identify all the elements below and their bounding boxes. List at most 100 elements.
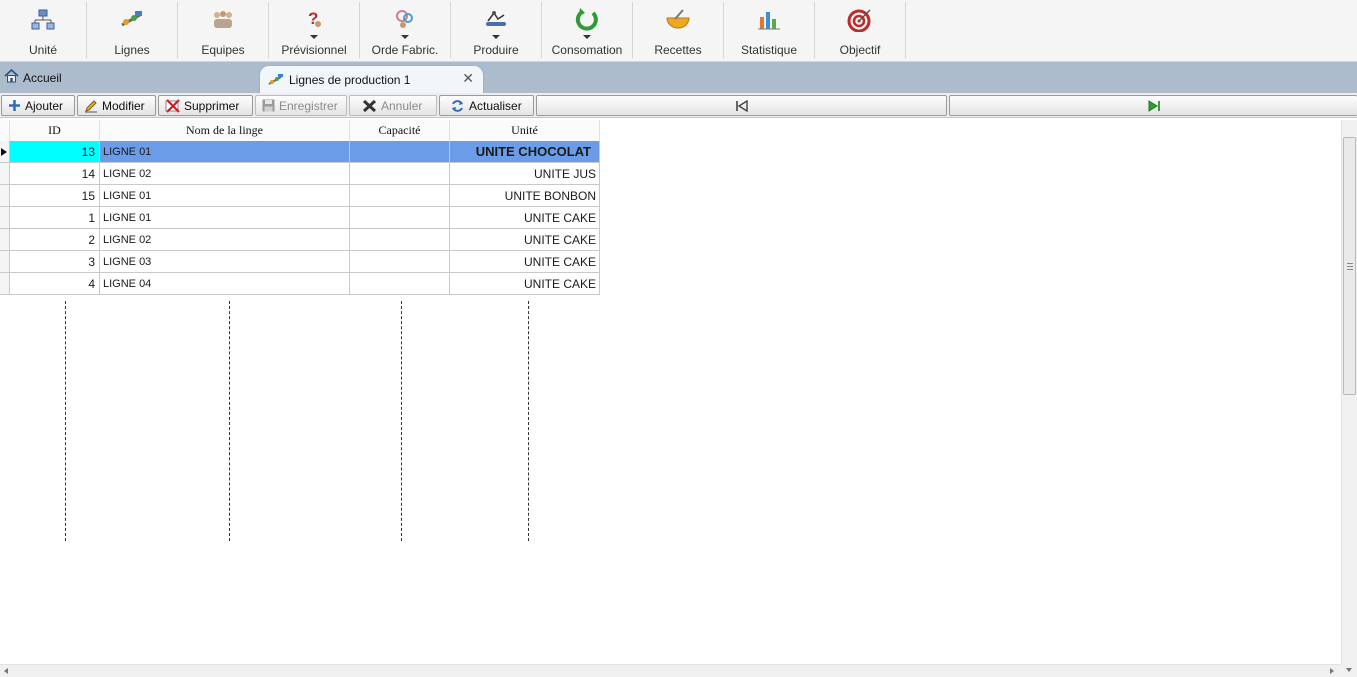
chevron-down-icon bbox=[401, 35, 409, 39]
cell-capacity[interactable] bbox=[350, 207, 450, 229]
cell-unit[interactable]: UNITE CAKE bbox=[450, 273, 600, 295]
cell-name[interactable]: LIGNE 02 bbox=[100, 163, 350, 185]
cell-id[interactable]: 15 bbox=[10, 185, 100, 207]
cell-capacity[interactable] bbox=[350, 251, 450, 273]
ribbon-label: Unité bbox=[28, 43, 57, 57]
ribbon-lignes-button[interactable]: Lignes bbox=[87, 2, 178, 58]
add-button[interactable]: Ajouter bbox=[1, 95, 75, 116]
scroll-left-icon[interactable] bbox=[4, 668, 8, 674]
cell-name[interactable]: LIGNE 01 bbox=[100, 207, 350, 229]
cell-capacity[interactable] bbox=[350, 229, 450, 251]
cell-capacity[interactable] bbox=[350, 163, 450, 185]
last-record-button[interactable] bbox=[949, 95, 1357, 116]
table-row[interactable]: 15 LIGNE 01 UNITE BONBON bbox=[0, 185, 600, 207]
table-row[interactable]: 3 LIGNE 03 UNITE CAKE bbox=[0, 251, 600, 273]
ribbon-label: Consomation bbox=[551, 43, 623, 57]
table-row[interactable]: 2 LIGNE 02 UNITE CAKE bbox=[0, 229, 600, 251]
ribbon-statistique-button[interactable]: Statistique bbox=[724, 2, 815, 58]
scroll-down-icon[interactable] bbox=[1346, 668, 1352, 672]
cell-capacity[interactable] bbox=[350, 273, 450, 295]
target-icon bbox=[846, 7, 874, 33]
refresh-icon bbox=[452, 99, 463, 112]
scroll-right-icon[interactable] bbox=[1330, 668, 1334, 674]
ribbon-orde-fabric-button[interactable]: Orde Fabric. bbox=[360, 2, 451, 58]
table-row[interactable]: 1 LIGNE 01 UNITE CAKE bbox=[0, 207, 600, 229]
column-header-name[interactable]: Nom de la linge bbox=[100, 120, 350, 141]
tab-accueil[interactable]: Accueil bbox=[4, 68, 62, 86]
ribbon-label: Orde Fabric. bbox=[371, 43, 439, 57]
ribbon-consomation-button[interactable]: Consomation bbox=[542, 2, 633, 58]
scrollbar-corner bbox=[1341, 664, 1357, 677]
cancel-button-label: Annuler bbox=[381, 98, 423, 113]
table-row[interactable]: 4 LIGNE 04 UNITE CAKE bbox=[0, 273, 600, 295]
close-x-icon bbox=[362, 99, 377, 112]
ribbon-unite-button[interactable]: Unité bbox=[0, 2, 87, 58]
scrollbar-thumb[interactable] bbox=[1343, 137, 1356, 395]
tab-label: Accueil bbox=[23, 70, 62, 85]
edit-button-label: Modifier bbox=[102, 98, 145, 113]
cell-id[interactable]: 1 bbox=[10, 207, 100, 229]
close-icon[interactable]: ✕ bbox=[462, 70, 474, 87]
cell-capacity[interactable] bbox=[350, 185, 450, 207]
column-guide bbox=[65, 301, 66, 541]
cell-unit[interactable]: UNITE JUS bbox=[450, 163, 600, 185]
cell-id[interactable]: 14 bbox=[10, 163, 100, 185]
cell-id[interactable]: 13 bbox=[10, 141, 100, 163]
ribbon-label: Lignes bbox=[114, 43, 150, 57]
tab-label: Lignes de production 1 bbox=[289, 72, 411, 87]
row-indicator bbox=[0, 207, 10, 229]
cell-unit[interactable]: UNITE CAKE bbox=[450, 229, 600, 251]
cell-name[interactable]: LIGNE 04 bbox=[100, 273, 350, 295]
ribbon-previsionnel-button[interactable]: ? Prévisionnel bbox=[269, 2, 360, 58]
ribbon-label: Objectif bbox=[839, 43, 881, 57]
ribbon-label: Equipes bbox=[201, 43, 245, 57]
ribbon-produire-button[interactable]: Produire bbox=[451, 2, 542, 58]
edit-button[interactable]: Modifier bbox=[77, 95, 156, 116]
cell-name[interactable]: LIGNE 01 bbox=[100, 141, 350, 163]
ribbon-label: Prévisionnel bbox=[281, 43, 347, 57]
column-guide bbox=[229, 301, 230, 541]
document-tab-bar: Accueil Lignes de production 1 ✕ bbox=[0, 62, 1357, 93]
add-button-label: Ajouter bbox=[25, 98, 64, 113]
ribbon-equipes-button[interactable]: Equipes bbox=[178, 2, 269, 58]
vertical-scrollbar[interactable] bbox=[1341, 120, 1357, 664]
save-button[interactable]: Enregistrer bbox=[255, 95, 347, 116]
current-row-pointer-icon bbox=[1, 148, 7, 156]
row-indicator bbox=[0, 163, 10, 185]
column-header-capacity[interactable]: Capacité bbox=[350, 120, 450, 141]
cell-id[interactable]: 2 bbox=[10, 229, 100, 251]
cell-unit[interactable]: UNITE CHOCOLAT bbox=[450, 141, 600, 163]
tab-lignes-de-production[interactable]: Lignes de production 1 ✕ bbox=[259, 65, 484, 93]
plus-icon bbox=[9, 100, 20, 111]
cell-capacity[interactable] bbox=[350, 141, 450, 163]
mixing-bowl-icon bbox=[664, 7, 692, 33]
column-header-id[interactable]: ID bbox=[10, 120, 100, 141]
table-row[interactable]: 13 LIGNE 01 UNITE CHOCOLAT bbox=[0, 141, 600, 163]
ribbon-label: Produire bbox=[473, 43, 519, 57]
delete-button-label: Supprimer bbox=[184, 98, 240, 113]
cell-name[interactable]: LIGNE 01 bbox=[100, 185, 350, 207]
column-header-unit[interactable]: Unité bbox=[450, 120, 600, 141]
ribbon-recettes-button[interactable]: Recettes bbox=[633, 2, 724, 58]
chevron-down-icon bbox=[492, 35, 500, 39]
cell-name[interactable]: LIGNE 02 bbox=[100, 229, 350, 251]
cell-name[interactable]: LIGNE 03 bbox=[100, 251, 350, 273]
horizontal-scrollbar[interactable] bbox=[0, 664, 1341, 677]
chevron-down-icon bbox=[310, 35, 318, 39]
refresh-button[interactable]: Actualiser bbox=[439, 95, 534, 116]
question-person-icon: ? bbox=[300, 7, 328, 33]
cell-unit[interactable]: UNITE CAKE bbox=[450, 251, 600, 273]
save-button-label: Enregistrer bbox=[279, 98, 338, 113]
cell-unit[interactable]: UNITE BONBON bbox=[450, 185, 600, 207]
table-row[interactable]: 14 LIGNE 02 UNITE JUS bbox=[0, 163, 600, 185]
cell-unit[interactable]: UNITE CAKE bbox=[450, 207, 600, 229]
delete-icon bbox=[165, 98, 180, 113]
cell-id[interactable]: 3 bbox=[10, 251, 100, 273]
ribbon-objectif-button[interactable]: Objectif bbox=[815, 2, 906, 58]
cancel-button[interactable]: Annuler bbox=[349, 95, 437, 116]
delete-button[interactable]: Supprimer bbox=[158, 95, 253, 116]
gears-person-icon bbox=[391, 7, 419, 33]
row-indicator bbox=[0, 141, 10, 163]
cell-id[interactable]: 4 bbox=[10, 273, 100, 295]
first-record-button[interactable] bbox=[536, 95, 947, 116]
